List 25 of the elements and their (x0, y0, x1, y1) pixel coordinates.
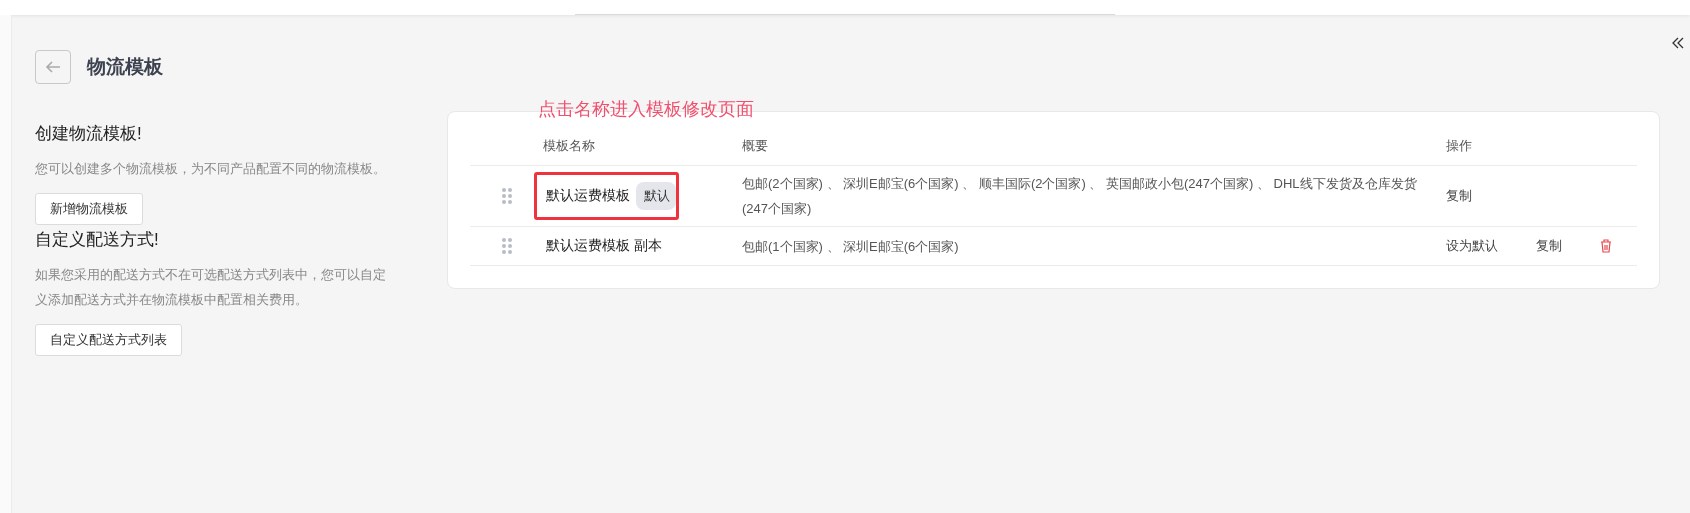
default-badge: 默认 (636, 182, 676, 210)
action-link[interactable]: 复制 (1536, 237, 1562, 255)
collapse-icon[interactable] (1672, 37, 1684, 49)
drag-handle-icon[interactable] (501, 188, 512, 204)
template-name[interactable]: 默认运费模板 副本 (546, 237, 662, 255)
section-description: 如果您采用的配送方式不在可选配送方式列表中，您可以自定义添加配送方式并在物流模板中配置相关费用。 (35, 266, 387, 309)
action-link[interactable]: 设为默认 (1446, 237, 1498, 255)
column-header: 概要 (742, 136, 769, 155)
delete-icon[interactable] (1600, 239, 1612, 253)
action-link[interactable]: 复制 (1446, 187, 1472, 205)
section-button[interactable]: 自定义配送方式列表 (35, 324, 182, 356)
annotation-text: 点击名称进入模板修改页面 (538, 100, 755, 118)
column-header: 操作 (1446, 136, 1473, 155)
section-button[interactable]: 新增物流模板 (35, 193, 143, 225)
page-title: 物流模板 (87, 55, 163, 79)
template-name[interactable]: 默认运费模板 (546, 187, 630, 205)
section-description: 您可以创建多个物流模板，为不同产品配置不同的物流模板。 (35, 160, 387, 178)
drag-handle-icon[interactable] (501, 238, 512, 254)
back-button[interactable] (35, 50, 71, 84)
column-header: 模板名称 (543, 136, 596, 155)
summary-cell-text: 包邮(1个国家) 、 深圳E邮宝(6个国家) (742, 237, 960, 256)
section-heading: 创建物流模板! (35, 123, 143, 145)
section-heading: 自定义配送方式! (35, 229, 160, 251)
summary-cell-text: 包邮(2个国家) 、 深圳E邮宝(6个国家) 、 顺丰国际(2个国家) 、 英国邮政小包(247个国家) 、 DHL线下发货及仓库发货(247个国家) (742, 175, 1418, 218)
back-arrow-icon (45, 61, 61, 73)
